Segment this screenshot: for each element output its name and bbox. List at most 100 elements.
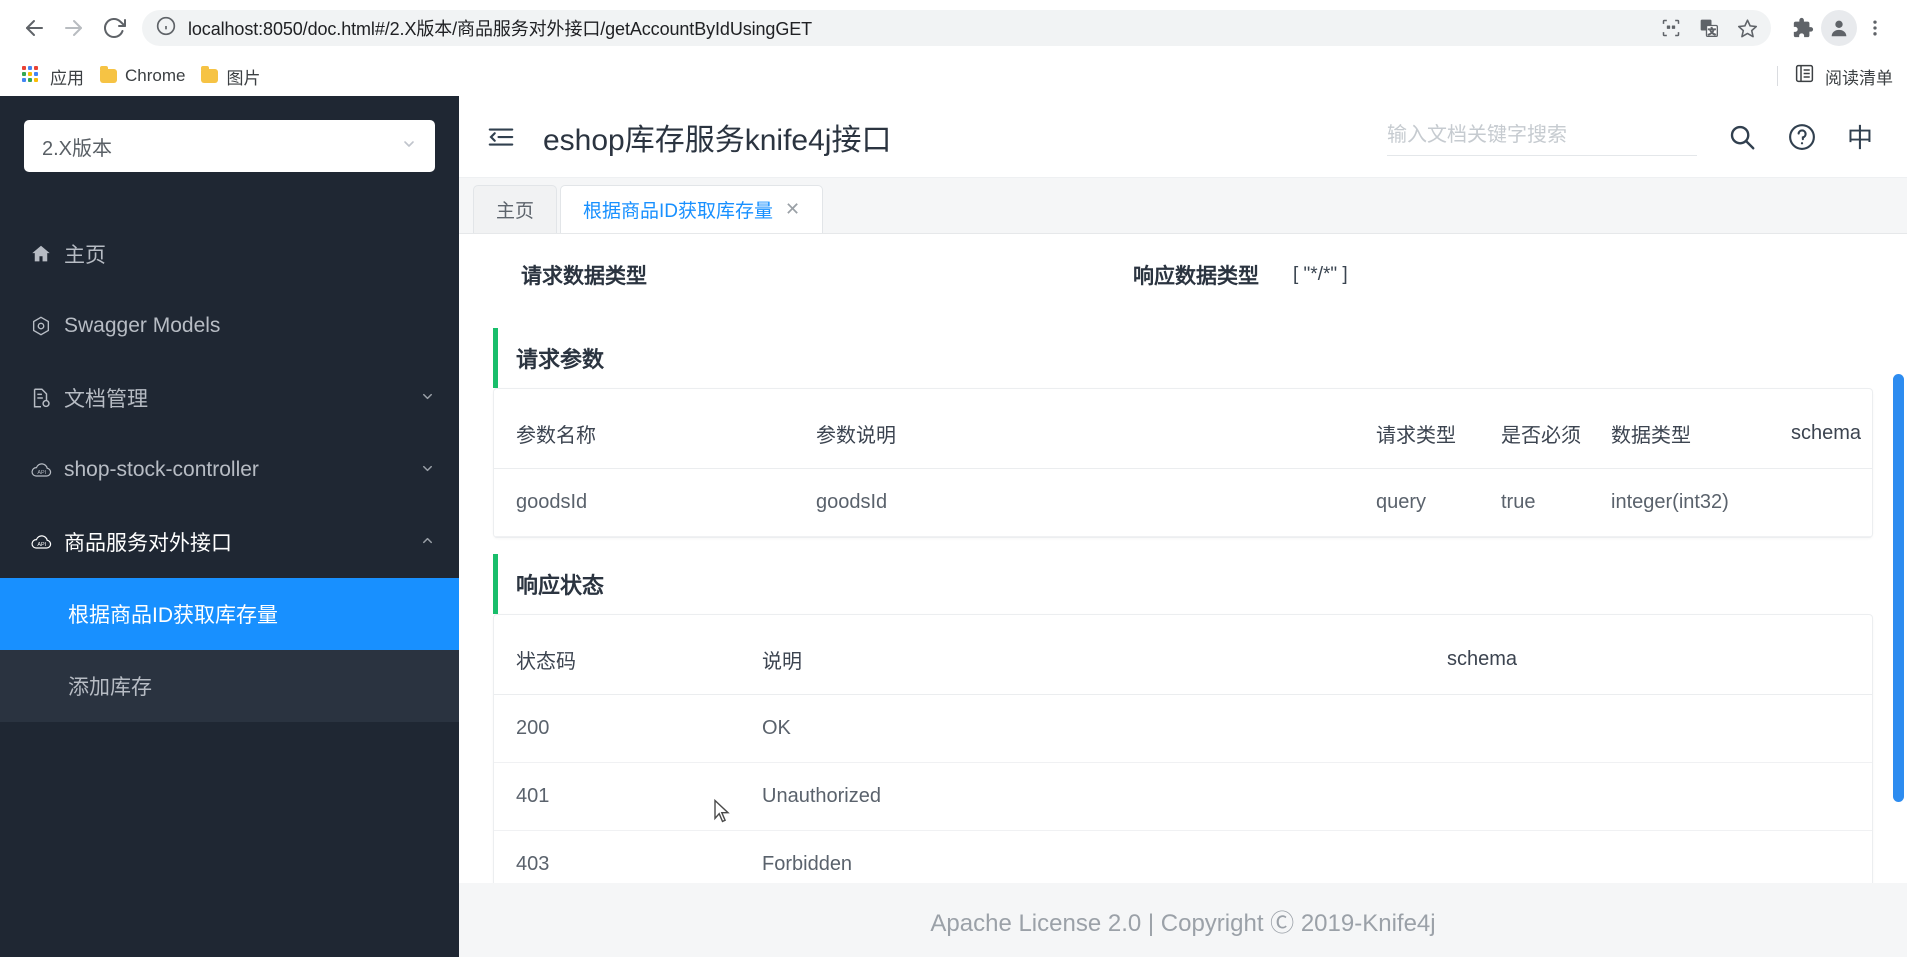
- reading-list-label[interactable]: 阅读清单: [1825, 64, 1893, 89]
- three-dots-menu-icon[interactable]: [1857, 10, 1893, 46]
- svg-text:API: API: [37, 542, 46, 548]
- col-param-desc: 参数说明: [794, 399, 1354, 469]
- extensions-icon[interactable]: [1785, 10, 1821, 46]
- sidebar: 2.X版本 主页 Swagger Models 文档管理 API shop-st…: [0, 96, 459, 957]
- sidebar-item-doc-management[interactable]: 文档管理: [0, 362, 459, 434]
- cell-status-schema: [1425, 694, 1872, 763]
- bookmark-chrome[interactable]: Chrome: [92, 62, 193, 90]
- sidebar-item-label: 商品服务对外接口: [64, 532, 232, 555]
- cell-param-required: true: [1479, 468, 1589, 537]
- table-row: 200 OK: [494, 694, 1872, 763]
- bookmark-apps[interactable]: 应用: [14, 60, 92, 93]
- sidebar-subitem-label: 添加库存: [68, 676, 152, 699]
- chevron-down-icon: [420, 461, 435, 479]
- page-footer: Apache License 2.0 | Copyright Ⓒ 2019-Kn…: [459, 883, 1907, 957]
- chevron-down-icon: [401, 136, 417, 156]
- reload-icon[interactable]: [94, 8, 134, 48]
- vertical-scrollbar[interactable]: [1893, 374, 1904, 802]
- cell-status-code: 403: [494, 830, 740, 883]
- model-icon: [30, 315, 64, 337]
- search-input[interactable]: 输入文档关键字搜索: [1386, 118, 1697, 156]
- data-type-row: 请求数据类型 响应数据类型 [ "*/*" ]: [493, 252, 1873, 312]
- doc-content-inner: 请求数据类型 响应数据类型 [ "*/*" ] 请求参数 参数名称 参数说明 请…: [459, 234, 1907, 883]
- tab-get-stock-by-goods-id[interactable]: 根据商品ID获取库存量 ✕: [560, 185, 824, 233]
- sidebar-subitem-get-stock-by-goods-id[interactable]: 根据商品ID获取库存量: [0, 578, 459, 650]
- table-row: 401 Unauthorized: [494, 762, 1872, 831]
- response-data-type-label: 响应数据类型: [1133, 265, 1259, 288]
- forward-icon[interactable]: [54, 8, 94, 48]
- profile-avatar-icon[interactable]: [1821, 10, 1857, 46]
- col-status-code: 状态码: [494, 625, 740, 695]
- sidebar-subitem-add-stock[interactable]: 添加库存: [0, 650, 459, 722]
- header-actions: 输入文档关键字搜索 中: [1386, 118, 1873, 156]
- sidebar-item-label: Swagger Models: [64, 314, 221, 337]
- main-panel: eshop库存服务knife4j接口 输入文档关键字搜索 中 主页 根据商品ID…: [459, 96, 1907, 957]
- doc-content: 请求数据类型 响应数据类型 [ "*/*" ] 请求参数 参数名称 参数说明 请…: [459, 234, 1907, 883]
- response-status-table: 状态码 说明 schema 200 OK 401 Unauthorized 40…: [494, 625, 1872, 883]
- cell-param-schema: [1769, 468, 1872, 537]
- col-param-name: 参数名称: [494, 399, 794, 469]
- table-row: 403 Forbidden: [494, 830, 1872, 883]
- sidebar-item-label: 主页: [64, 244, 106, 267]
- svg-text:API: API: [37, 470, 46, 476]
- request-data-type-label: 请求数据类型: [521, 265, 647, 288]
- response-status-table-box: 状态码 说明 schema 200 OK 401 Unauthorized 40…: [493, 614, 1873, 883]
- chevron-up-icon: [420, 533, 435, 551]
- col-param-type: 数据类型: [1589, 399, 1769, 469]
- version-select-value: 2.X版本: [42, 137, 113, 160]
- sidebar-item-label: shop-stock-controller: [64, 458, 259, 481]
- cell-status-schema: [1425, 830, 1872, 883]
- bookmark-label: Chrome: [125, 66, 186, 85]
- language-toggle[interactable]: 中: [1847, 118, 1873, 155]
- col-status-desc: 说明: [740, 625, 1425, 695]
- api-cloud-icon: API: [30, 458, 64, 482]
- request-params-table-box: 参数名称 参数说明 请求类型 是否必须 数据类型 schema goodsId …: [493, 388, 1873, 538]
- sidebar-subitem-label: 根据商品ID获取库存量: [68, 604, 278, 627]
- qr-code-icon[interactable]: [1653, 10, 1689, 46]
- cell-status-code: 200: [494, 694, 740, 763]
- sidebar-item-shop-stock-controller[interactable]: API shop-stock-controller: [0, 434, 459, 506]
- cell-status-desc: OK: [740, 694, 1425, 763]
- menu-fold-icon[interactable]: [459, 122, 543, 152]
- tab-bar: 主页 根据商品ID获取库存量 ✕: [459, 178, 1907, 234]
- sidebar-item-home[interactable]: 主页: [0, 218, 459, 290]
- tab-home[interactable]: 主页: [473, 185, 558, 233]
- search-icon[interactable]: [1727, 122, 1757, 152]
- response-data-type-value: [ "*/*" ]: [1293, 264, 1348, 285]
- page-title: eshop库存服务knife4j接口: [543, 123, 892, 157]
- bookmarks-bar-right: 阅读清单: [1777, 63, 1893, 89]
- browser-toolbar: localhost:8050/doc.html#/2.X版本/商品服务对外接口/…: [0, 0, 1907, 56]
- version-select[interactable]: 2.X版本: [24, 120, 435, 172]
- sidebar-item-product-service-api[interactable]: API 商品服务对外接口: [0, 506, 459, 578]
- api-cloud-icon: API: [30, 530, 64, 554]
- doc-settings-icon: [30, 387, 64, 409]
- app-header: eshop库存服务knife4j接口 输入文档关键字搜索 中: [459, 96, 1907, 178]
- bookmark-pictures[interactable]: 图片: [193, 60, 268, 93]
- site-info-icon[interactable]: [156, 16, 176, 41]
- sidebar-item-swagger-models[interactable]: Swagger Models: [0, 290, 459, 362]
- close-icon[interactable]: ✕: [785, 199, 800, 220]
- omnibox-actions: G文: [1647, 10, 1771, 46]
- col-param-schema: schema: [1769, 399, 1872, 469]
- cell-status-desc: Unauthorized: [740, 762, 1425, 831]
- col-status-schema: schema: [1425, 625, 1872, 695]
- cell-status-desc: Forbidden: [740, 830, 1425, 883]
- svg-text:文: 文: [1708, 26, 1716, 36]
- cell-param-name: goodsId: [494, 468, 794, 537]
- cell-param-desc: goodsId: [794, 468, 1354, 537]
- translate-icon[interactable]: G文: [1691, 10, 1727, 46]
- address-bar[interactable]: localhost:8050/doc.html#/2.X版本/商品服务对外接口/…: [142, 10, 1689, 46]
- mouse-cursor: [713, 798, 733, 832]
- cell-status-code: 401: [494, 762, 740, 831]
- star-icon[interactable]: [1729, 10, 1765, 46]
- search-placeholder: 输入文档关键字搜索: [1386, 123, 1567, 146]
- cell-status-schema: [1425, 762, 1872, 831]
- table-header-row: 参数名称 参数说明 请求类型 是否必须 数据类型 schema: [494, 399, 1872, 469]
- question-circle-icon[interactable]: [1787, 122, 1817, 152]
- table-header-row: 状态码 说明 schema: [494, 625, 1872, 695]
- reading-list-icon[interactable]: [1794, 63, 1815, 89]
- request-params-table: 参数名称 参数说明 请求类型 是否必须 数据类型 schema goodsId …: [494, 399, 1872, 537]
- response-status-heading: 响应状态: [493, 554, 1873, 614]
- bookmark-label: 图片: [226, 68, 261, 88]
- back-icon[interactable]: [14, 8, 54, 48]
